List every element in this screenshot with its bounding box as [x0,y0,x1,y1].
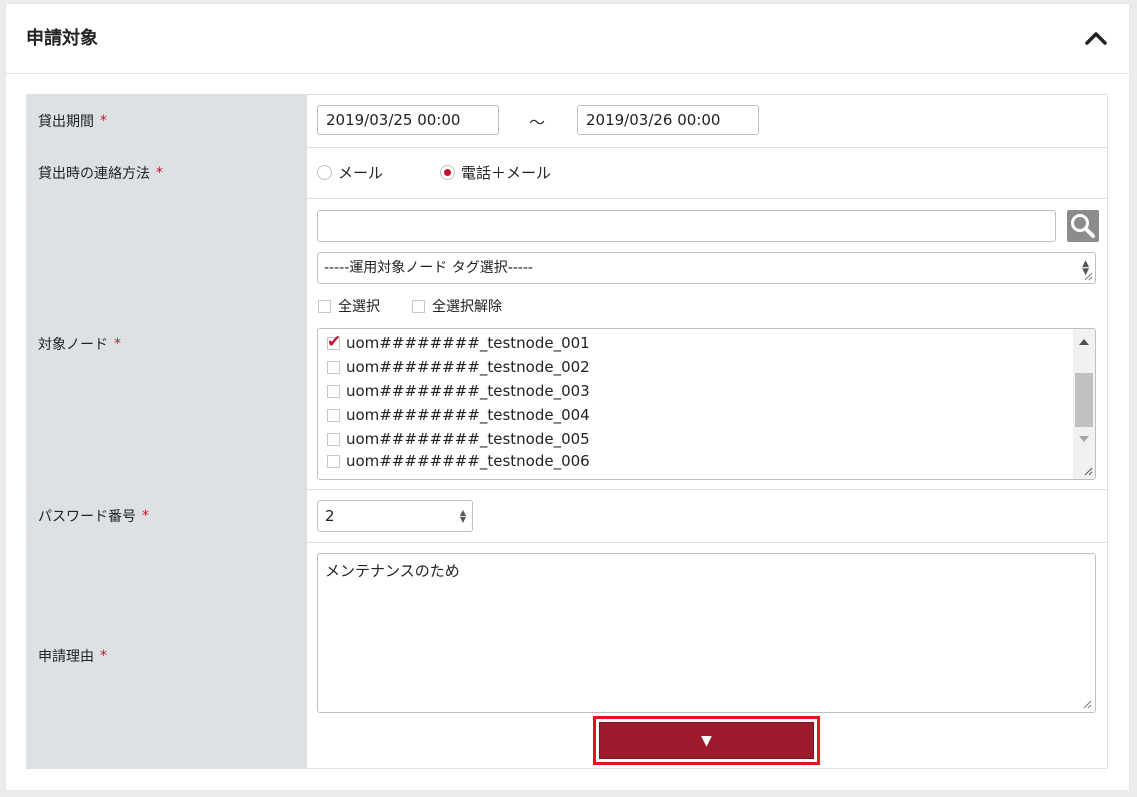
loan-period-label-cell: 貸出期間 * [27,95,307,147]
search-button[interactable] [1067,210,1099,242]
panel-header: 申請対象 [6,4,1129,74]
resize-grip-icon[interactable] [1083,271,1093,281]
triangle-down-icon: ▼ [701,732,712,749]
list-item[interactable]: ✔ uom########_testnode_001 [327,332,590,354]
stepper-arrows-icon[interactable]: ▲ ▼ [460,509,466,524]
resize-grip-icon[interactable] [1082,699,1092,709]
node-label: uom########_testnode_005 [346,430,590,448]
tag-select[interactable]: -----運用対象ノード タグ選択----- ▲ ▼ [317,252,1096,284]
deselect-all-label: 全選択解除 [432,299,502,315]
list-item[interactable]: uom########_testnode_005 [327,428,590,450]
reason-row: 申請理由 * メンテナンスのため ▼ [27,543,1107,768]
required-mark: * [100,647,107,664]
required-mark: * [100,113,107,129]
application-target-panel: 申請対象 貸出期間 * ～ 貸出時の連絡方法 * [6,4,1129,790]
node-search-input[interactable] [317,210,1056,242]
loan-period-label: 貸出期間 [38,114,94,130]
target-nodes-row: 対象ノード * -----運用対象ノード タグ選択----- ▲ ▼ 全選択 全… [27,199,1107,490]
radio-option-phone-email[interactable]: 電話＋メール [440,162,551,183]
required-mark: * [142,508,149,524]
select-all-checkbox[interactable] [318,299,331,313]
radio-option-email[interactable]: メール [317,162,383,183]
loan-end-input[interactable] [577,105,759,135]
target-nodes-value-cell: -----運用対象ノード タグ選択----- ▲ ▼ 全選択 全選択解除 ✔ u… [307,199,1107,489]
loan-start-input[interactable] [317,105,499,135]
node-label: uom########_testnode_006 [346,452,590,470]
node-checkbox[interactable] [327,408,340,422]
list-item[interactable]: uom########_testnode_002 [327,356,590,378]
radio-email-label: メール [338,164,384,182]
node-checkbox-checked[interactable]: ✔ [327,331,342,352]
contact-method-label: 貸出時の連絡方法 [38,166,150,182]
list-scrollbar[interactable] [1073,329,1095,479]
list-item[interactable]: uom########_testnode_003 [327,380,590,402]
loan-period-value-cell: ～ [307,95,1107,147]
tag-select-value: -----運用対象ノード タグ選択----- [324,260,533,276]
node-checkbox[interactable] [327,384,340,398]
submit-button[interactable]: ▼ [599,722,814,759]
password-number-label-cell: パスワード番号 * [27,490,307,542]
scroll-up-arrow-icon[interactable] [1079,339,1089,345]
contact-method-row: 貸出時の連絡方法 * メール 電話＋メール [27,148,1107,199]
list-item[interactable]: uom########_testnode_006 [327,450,590,472]
radio-phone-email[interactable] [440,165,455,180]
select-all-label: 全選択 [338,299,380,315]
loan-period-row: 貸出期間 * ～ [27,95,1107,148]
reason-label: 申請理由 [38,648,94,665]
password-number-value-cell: 2 ▲ ▼ [307,490,1107,542]
scroll-thumb[interactable] [1075,373,1093,427]
node-checkbox[interactable] [327,432,340,446]
reason-label-cell: 申請理由 * [27,543,307,768]
password-number-row: パスワード番号 * 2 ▲ ▼ [27,490,1107,543]
node-label: uom########_testnode_004 [346,406,590,424]
node-label: uom########_testnode_001 [346,334,590,352]
magnifier-icon [1071,214,1095,238]
chevron-up-icon[interactable] [1084,30,1108,46]
deselect-all-option[interactable]: 全選択解除 [412,296,502,316]
scroll-down-arrow-icon[interactable] [1079,436,1089,442]
password-number-select[interactable]: 2 ▲ ▼ [317,500,473,532]
password-number-value: 2 [325,507,335,525]
radio-phone-email-label: 電話＋メール [461,164,552,182]
password-number-label: パスワード番号 [38,509,136,525]
panel-title: 申請対象 [26,28,98,49]
application-form: 貸出期間 * ～ 貸出時の連絡方法 * メール [26,94,1108,769]
required-mark: * [114,336,121,352]
radio-email[interactable] [317,165,332,180]
node-checkbox[interactable] [327,454,340,468]
reason-text: メンテナンスのため [325,562,460,580]
reason-value-cell: メンテナンスのため ▼ [307,543,1107,768]
period-separator: ～ [529,113,546,132]
deselect-all-checkbox[interactable] [412,299,425,313]
checkmark-icon: ✔ [327,331,342,352]
contact-method-value-cell: メール 電話＋メール [307,148,1107,198]
contact-method-label-cell: 貸出時の連絡方法 * [27,148,307,198]
select-all-option[interactable]: 全選択 [318,296,380,316]
required-mark: * [156,165,163,181]
node-label: uom########_testnode_003 [346,382,590,400]
resize-grip-icon[interactable] [1083,466,1093,476]
node-checkbox[interactable] [327,360,340,374]
node-label: uom########_testnode_002 [346,358,590,376]
list-item[interactable]: uom########_testnode_004 [327,404,590,426]
target-nodes-label-cell: 対象ノード * [27,199,307,489]
target-nodes-label: 対象ノード [38,337,108,353]
node-list[interactable]: ✔ uom########_testnode_001 uom########_t… [317,328,1096,480]
reason-textarea[interactable]: メンテナンスのため [317,553,1096,713]
